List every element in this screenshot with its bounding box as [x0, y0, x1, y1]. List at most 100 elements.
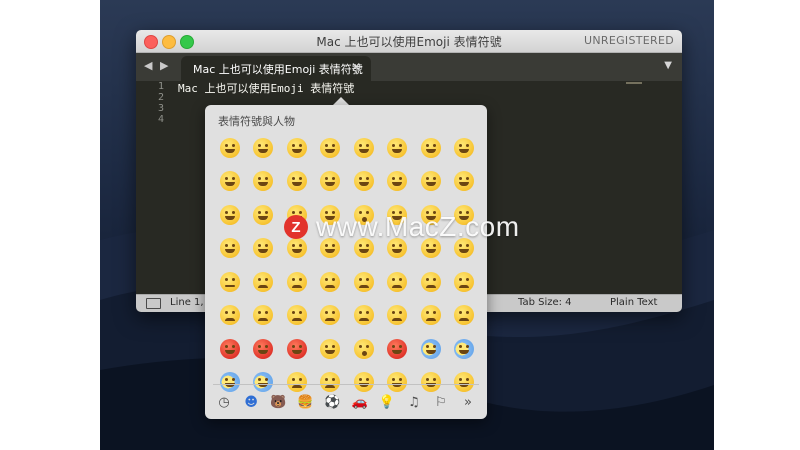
- emoji-glyph: [353, 338, 374, 359]
- emoji-face-icon[interactable]: [213, 265, 247, 299]
- emoji-face-icon[interactable]: [414, 332, 448, 366]
- emoji-face-icon[interactable]: [213, 131, 247, 165]
- emoji-face-icon[interactable]: [280, 265, 314, 299]
- category-activity-icon[interactable]: ⚽: [321, 392, 343, 412]
- emoji-grid: [213, 131, 481, 399]
- tab-size-selector[interactable]: Tab Size: 4: [518, 297, 572, 308]
- line-number: 1: [157, 81, 164, 92]
- emoji-glyph: [219, 238, 240, 259]
- panel-toggle-icon[interactable]: [146, 298, 161, 309]
- emoji-face-icon[interactable]: [381, 165, 415, 199]
- emoji-face-icon[interactable]: [247, 232, 281, 266]
- emoji-face-icon[interactable]: [347, 131, 381, 165]
- emoji-glyph: [320, 372, 341, 393]
- emoji-glyph: [253, 338, 274, 359]
- emoji-glyph: [253, 171, 274, 192]
- category-recent-icon[interactable]: ◷: [213, 392, 235, 412]
- emoji-glyph: [253, 372, 274, 393]
- emoji-glyph: [253, 204, 274, 225]
- category-objects-icon[interactable]: 💡: [376, 392, 398, 412]
- line-number-gutter: 1 2 3 4: [136, 81, 164, 125]
- emoji-face-icon[interactable]: [247, 165, 281, 199]
- emoji-glyph: [219, 271, 240, 292]
- license-status: UNREGISTERED: [584, 34, 674, 47]
- category-food-drink-icon[interactable]: 🍔: [294, 392, 316, 412]
- emoji-face-icon[interactable]: [381, 299, 415, 333]
- emoji-glyph: [219, 204, 240, 225]
- emoji-face-icon[interactable]: [280, 131, 314, 165]
- emoji-face-icon[interactable]: [381, 131, 415, 165]
- emoji-glyph: [387, 305, 408, 326]
- emoji-face-icon[interactable]: [314, 165, 348, 199]
- emoji-glyph: [420, 338, 441, 359]
- emoji-face-icon[interactable]: [247, 131, 281, 165]
- emoji-face-icon[interactable]: [213, 198, 247, 232]
- emoji-face-icon[interactable]: [448, 165, 482, 199]
- emoji-face-icon[interactable]: [247, 299, 281, 333]
- emoji-face-icon[interactable]: [448, 131, 482, 165]
- emoji-face-icon[interactable]: [280, 299, 314, 333]
- tab-document[interactable]: Mac 上也可以使用Emoji 表情符號 ✕: [181, 56, 371, 81]
- emoji-glyph: [286, 372, 307, 393]
- emoji-glyph: [253, 271, 274, 292]
- emoji-face-icon[interactable]: [347, 265, 381, 299]
- emoji-face-icon[interactable]: [414, 131, 448, 165]
- line-number: 3: [157, 103, 164, 114]
- emoji-face-icon[interactable]: [314, 265, 348, 299]
- emoji-glyph: [286, 137, 307, 158]
- watermark-logo-icon: Z: [284, 215, 308, 239]
- line-number: 2: [157, 92, 164, 103]
- emoji-glyph: [387, 171, 408, 192]
- emoji-face-icon[interactable]: [247, 198, 281, 232]
- emoji-face-icon[interactable]: [280, 332, 314, 366]
- category-animals-nature-icon[interactable]: 🐻: [267, 392, 289, 412]
- emoji-face-icon[interactable]: [381, 332, 415, 366]
- emoji-glyph: [219, 338, 240, 359]
- emoji-glyph: [454, 171, 475, 192]
- emoji-glyph: [420, 372, 441, 393]
- emoji-face-icon[interactable]: [414, 265, 448, 299]
- emoji-glyph: [253, 238, 274, 259]
- emoji-glyph: [420, 171, 441, 192]
- tab-nav-arrows-icon[interactable]: ◀ ▶: [144, 59, 170, 72]
- syntax-selector[interactable]: Plain Text: [610, 297, 657, 308]
- emoji-face-icon[interactable]: [280, 165, 314, 199]
- emoji-face-icon[interactable]: [414, 299, 448, 333]
- category-flags-icon[interactable]: ⚐: [430, 392, 452, 412]
- emoji-face-icon[interactable]: [314, 131, 348, 165]
- emoji-face-icon[interactable]: [347, 332, 381, 366]
- emoji-glyph: [320, 171, 341, 192]
- category-more-icon[interactable]: »: [457, 392, 479, 412]
- emoji-face-icon[interactable]: [247, 332, 281, 366]
- emoji-glyph: [320, 338, 341, 359]
- editor-line-1[interactable]: Mac 上也可以使用Emoji 表情符號: [178, 80, 354, 96]
- category-smileys-people-icon[interactable]: ☻: [240, 392, 262, 412]
- emoji-glyph: [420, 305, 441, 326]
- emoji-glyph: [253, 305, 274, 326]
- emoji-face-icon[interactable]: [247, 265, 281, 299]
- tab-menu-icon[interactable]: ▼: [664, 60, 672, 71]
- category-symbols-icon[interactable]: ♫: [403, 392, 425, 412]
- tab-close-icon[interactable]: ✕: [351, 60, 361, 74]
- emoji-face-icon[interactable]: [314, 332, 348, 366]
- emoji-face-icon[interactable]: [213, 332, 247, 366]
- emoji-category-title: 表情符號與人物: [218, 115, 295, 128]
- emoji-face-icon[interactable]: [381, 265, 415, 299]
- emoji-glyph: [286, 171, 307, 192]
- emoji-face-icon[interactable]: [347, 165, 381, 199]
- divider: [213, 384, 479, 385]
- emoji-glyph: [320, 137, 341, 158]
- emoji-face-icon[interactable]: [347, 299, 381, 333]
- emoji-face-icon[interactable]: [448, 299, 482, 333]
- title-bar: Mac 上也可以使用Emoji 表情符號 UNREGISTERED: [136, 30, 682, 53]
- emoji-face-icon[interactable]: [213, 232, 247, 266]
- emoji-face-icon[interactable]: [448, 265, 482, 299]
- emoji-face-icon[interactable]: [414, 165, 448, 199]
- emoji-face-icon[interactable]: [448, 332, 482, 366]
- emoji-face-icon[interactable]: [213, 165, 247, 199]
- emoji-face-icon[interactable]: [314, 299, 348, 333]
- minimap[interactable]: [626, 82, 642, 84]
- emoji-glyph: [219, 305, 240, 326]
- emoji-face-icon[interactable]: [213, 299, 247, 333]
- category-travel-places-icon[interactable]: 🚗: [349, 392, 371, 412]
